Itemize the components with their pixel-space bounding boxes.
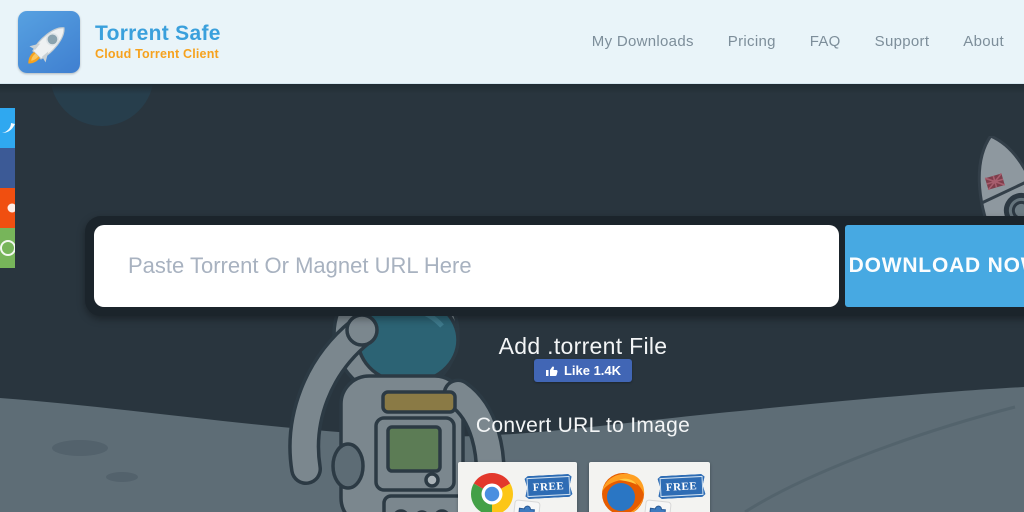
- share-whatsapp-icon[interactable]: [0, 228, 15, 268]
- torrent-url-input[interactable]: [94, 225, 839, 307]
- download-now-button[interactable]: DOWNLOAD NOW: [845, 225, 1024, 307]
- header: Torrent Safe Cloud Torrent Client My Dow…: [0, 0, 1024, 84]
- share-facebook-icon[interactable]: [0, 148, 15, 188]
- add-torrent-heading[interactable]: Add .torrent File: [142, 333, 1024, 360]
- chrome-icon: [470, 472, 514, 512]
- firefox-free-badge: FREE: [657, 474, 705, 499]
- hero-section: DOWNLOAD NOW Add .torrent File Like 1.4K…: [0, 84, 1024, 512]
- share-twitter-icon[interactable]: [0, 108, 15, 148]
- brand-logo[interactable]: Torrent Safe Cloud Torrent Client: [0, 10, 221, 73]
- planet-decoration: [50, 84, 154, 126]
- share-reddit-icon[interactable]: [0, 188, 15, 228]
- share-strip: [0, 108, 15, 268]
- brand-title: Torrent Safe: [95, 22, 221, 45]
- chrome-extension-card[interactable]: FREE: [458, 462, 577, 512]
- nav-my-downloads[interactable]: My Downloads: [592, 33, 694, 50]
- like-row: Like 1.4K: [142, 359, 1024, 382]
- rocket-logo-icon: [18, 10, 80, 73]
- like-count-label: Like 1.4K: [563, 363, 622, 378]
- puzzle-piece-icon: [512, 499, 541, 512]
- facebook-like-button[interactable]: Like 1.4K: [533, 359, 633, 382]
- brand-subtitle: Cloud Torrent Client: [95, 47, 219, 61]
- brand-text: Torrent Safe Cloud Torrent Client: [95, 22, 221, 61]
- nav-about[interactable]: About: [963, 33, 1004, 50]
- nav-faq[interactable]: FAQ: [810, 33, 841, 50]
- puzzle-piece-icon: [643, 499, 672, 512]
- search-bar: DOWNLOAD NOW: [85, 216, 1024, 316]
- torrentsafe-page: Torrent Safe Cloud Torrent Client My Dow…: [0, 0, 1024, 512]
- thumbs-up-icon: [545, 365, 558, 376]
- convert-url-heading: Convert URL to Image: [475, 414, 691, 437]
- nav-pricing[interactable]: Pricing: [728, 33, 776, 50]
- firefox-icon: [602, 473, 645, 512]
- main-nav: My Downloads Pricing FAQ Support About: [592, 33, 1024, 50]
- chrome-free-badge: FREE: [524, 474, 572, 499]
- nav-support[interactable]: Support: [875, 33, 930, 50]
- firefox-extension-card[interactable]: FREE: [589, 462, 710, 512]
